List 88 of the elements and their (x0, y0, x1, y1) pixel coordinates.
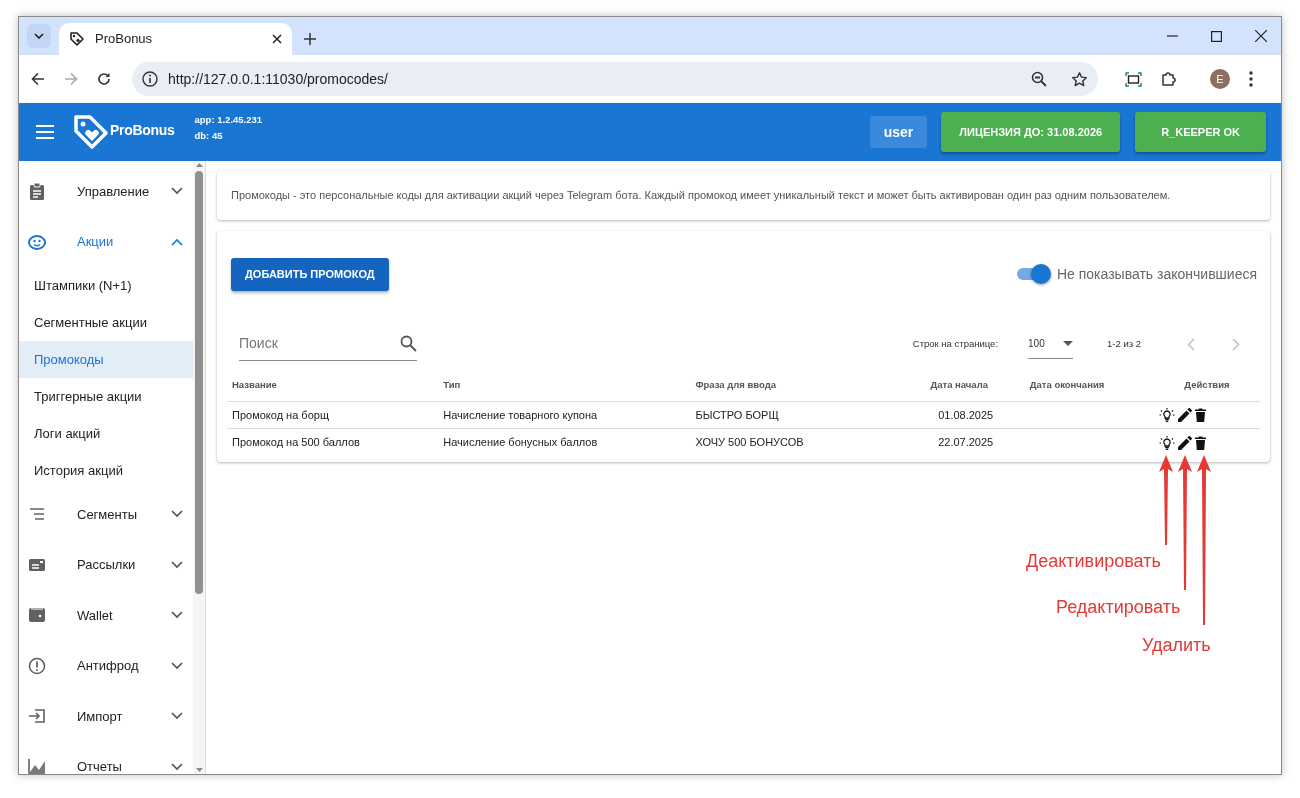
column-header: Название (227, 373, 439, 402)
user-button[interactable]: user (869, 116, 928, 148)
sidebar-subitem[interactable]: Промокоды (19, 341, 193, 378)
annotation-label: Деактивировать (1026, 550, 1161, 573)
sidebar-item[interactable]: Импорт (19, 691, 193, 742)
table-cell: ХОЧУ 500 БОНУСОВ (690, 428, 894, 456)
toggle-switch[interactable] (1016, 264, 1051, 284)
table-cell: Начисление бонусных баллов (438, 428, 691, 456)
zoom-out-icon[interactable] (1031, 71, 1047, 87)
table-cell: Промокод на борщ (227, 401, 439, 429)
clipboard-icon (28, 182, 46, 201)
sidebar-subitem[interactable]: Сегментные акции (19, 304, 193, 341)
chevron-down-icon[interactable] (171, 661, 183, 670)
tab-title: ProBonus (95, 30, 154, 49)
column-header: Дата начала (893, 373, 1025, 402)
table-cell: БЫСТРО БОРЩ (690, 401, 894, 429)
chevron-down-icon[interactable] (171, 712, 183, 721)
table-cell: Начисление товарного купона (438, 401, 691, 429)
table-cell: 22.07.2025 (893, 428, 1025, 456)
chevron-down-icon (34, 33, 44, 39)
column-header: Дата окончания (1024, 373, 1154, 402)
tab-search-button[interactable] (27, 24, 51, 48)
toggle-label: Не показывать закончившиеся (1056, 264, 1257, 284)
lightbulb-icon[interactable] (1158, 407, 1175, 423)
sidebar-item[interactable]: Wallet (19, 590, 193, 641)
info-icon[interactable] (142, 71, 158, 87)
table-cell: 01.08.2025 (893, 401, 1025, 429)
sidebar-item[interactable]: Рассылки (19, 539, 193, 590)
scroll-up-icon[interactable] (195, 163, 203, 167)
screen-capture-icon[interactable] (1125, 71, 1142, 87)
profile-avatar[interactable]: E (1210, 69, 1230, 89)
sidebar-item[interactable]: Отчеты (19, 741, 193, 774)
logo-tag-heart-icon (73, 114, 109, 150)
search-field[interactable]: Поиск (239, 333, 400, 354)
chevron-down-icon[interactable] (171, 611, 183, 620)
rows-per-page-label: Строк на странице: (912, 336, 999, 351)
app-version-text: app: 1.2.45.231 (194, 113, 263, 127)
sidebar-subitem[interactable]: Штампики (N+1) (19, 267, 193, 304)
info-text: Промокоды - это персональные коды для активации акций через Telegram бота. Каждый промокод имеет уникальный текст и может быть активирован один раз одним пользователем. (217, 171, 1270, 220)
scrollbar-thumb[interactable] (195, 171, 203, 594)
wallet-icon (28, 606, 46, 625)
close-icon[interactable] (1255, 30, 1267, 42)
star-icon[interactable] (1071, 70, 1088, 88)
column-header: Тип (438, 373, 691, 402)
add-promocode-button[interactable]: ДОБАВИТЬ ПРОМОКОД (231, 257, 389, 291)
chevron-up-icon[interactable] (171, 237, 183, 246)
column-header: Фраза для ввода (690, 373, 894, 402)
sidebar-subitem[interactable]: Триггерные акции (19, 378, 193, 415)
rows-per-page-select[interactable]: 100 (1028, 329, 1074, 359)
tag-icon (69, 31, 85, 47)
close-icon[interactable] (272, 34, 282, 44)
annotation-label: Редактировать (1056, 596, 1181, 619)
sidebar-subitem[interactable]: Логи акций (19, 415, 193, 452)
search-icon (400, 335, 417, 352)
back-arrow-icon[interactable] (31, 72, 45, 86)
chart-icon (28, 757, 46, 774)
sidebar-item[interactable]: Управление (19, 166, 193, 217)
smiley-icon (28, 232, 46, 251)
chevron-down-icon[interactable] (171, 762, 183, 771)
trash-icon[interactable] (1194, 408, 1206, 422)
annotation-label: Удалить (1142, 634, 1211, 657)
sidebar-item[interactable]: Сегменты (19, 489, 193, 540)
sidebar-item[interactable]: Акции (19, 216, 193, 267)
puzzle-icon[interactable] (1161, 71, 1177, 87)
import-icon (28, 707, 46, 726)
caret-down-icon (1063, 341, 1074, 346)
lightbulb-icon[interactable] (1158, 434, 1175, 451)
chevron-down-icon[interactable] (171, 560, 183, 569)
pencil-icon[interactable] (1177, 435, 1192, 450)
chevron-down-icon[interactable] (171, 187, 183, 196)
reload-icon[interactable] (97, 72, 111, 86)
browser-tab[interactable]: ProBonus (59, 23, 292, 55)
pencil-icon[interactable] (1177, 408, 1192, 422)
table-cell: Промокод на 500 баллов (227, 428, 439, 456)
chevron-down-icon[interactable] (171, 510, 183, 519)
trash-icon[interactable] (1194, 435, 1206, 450)
alert-icon (28, 656, 46, 675)
scroll-down-icon[interactable] (195, 768, 203, 772)
maximize-icon[interactable] (1211, 30, 1222, 42)
more-menu-icon[interactable] (1249, 71, 1253, 87)
db-version-text: db: 45 (194, 129, 224, 143)
menu-icon[interactable] (36, 125, 54, 139)
plus-icon[interactable] (304, 33, 316, 45)
sidebar-item[interactable]: Антифрод (19, 640, 193, 691)
column-header: Действия (1153, 373, 1260, 402)
logo-text: ProBonus (110, 120, 175, 140)
page-range-text: 1-2 из 2 (1107, 336, 1141, 351)
sidebar-subitem[interactable]: История акций (19, 452, 193, 489)
